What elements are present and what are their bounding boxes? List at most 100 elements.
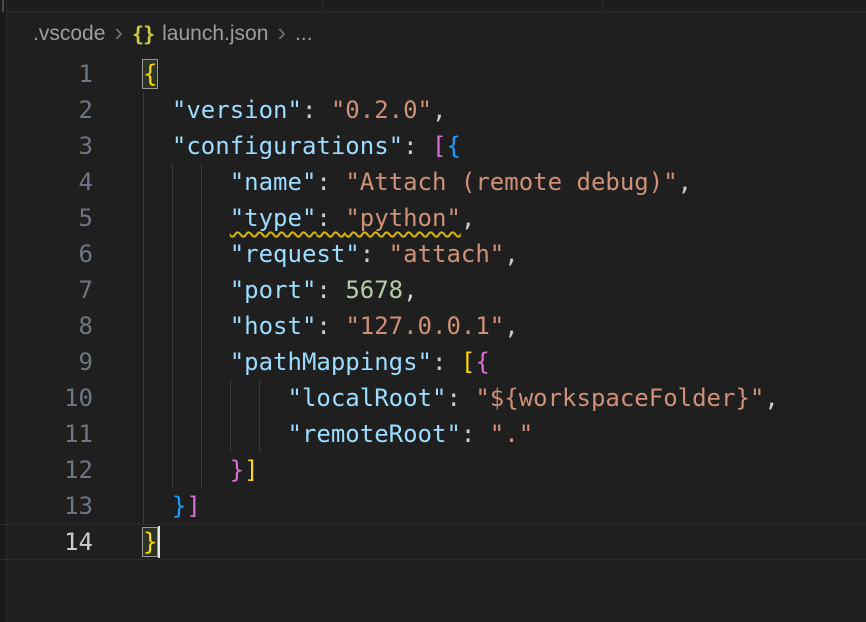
json-file-icon: {} [132,22,154,46]
code-token [143,384,288,412]
code-token: , [504,312,518,340]
code-text: "pathMappings": [{ [143,344,490,380]
chevron-right-icon: › [277,19,286,45]
code-token [143,348,230,376]
code-token: , [461,204,475,232]
code-token: , [764,384,778,412]
line-number[interactable]: 3 [0,128,93,164]
code-token: "remoteRoot" [288,420,461,448]
code-text: "host": "127.0.0.1", [143,308,519,344]
code-token: "version" [172,96,302,124]
breadcrumb: .vscode › {} launch.json › ... [7,12,866,56]
code-token: : [432,348,461,376]
code-token [143,168,230,196]
code-token: "name" [230,168,317,196]
line-number[interactable]: 6 [0,236,93,272]
code-token [143,96,172,124]
code-token: "port" [230,276,317,304]
bracket-match: } [143,528,157,556]
line-number[interactable]: 8 [0,308,93,344]
code-token: : [316,276,345,304]
code-line[interactable]: 6 "request": "attach", [0,236,866,272]
code-token: : [360,240,389,268]
code-line[interactable]: 9 "pathMappings": [{ [0,344,866,380]
code-token: : [316,312,345,340]
line-number[interactable]: 2 [0,92,93,128]
line-number[interactable]: 5 [0,200,93,236]
code-text: "name": "Attach (remote debug)", [143,164,692,200]
code-line[interactable]: 10 "localRoot": "${workspaceFolder}", [0,380,866,416]
code-token: "localRoot" [288,384,447,412]
code-token: "request" [230,240,360,268]
line-number[interactable]: 14 [0,524,93,560]
code-text: "configurations": [{ [143,128,461,164]
code-token [143,276,230,304]
code-text: } [143,524,157,560]
code-token: "host" [230,312,317,340]
code-token: "Attach (remote debug)" [345,168,677,196]
code-text: "request": "attach", [143,236,519,272]
code-lines: 1{2 "version": "0.2.0",3 "configurations… [0,56,866,560]
code-token [143,492,172,520]
code-token: : [461,420,490,448]
code-text: "version": "0.2.0", [143,92,446,128]
code-token: { [446,132,460,160]
code-token: "127.0.0.1" [345,312,504,340]
code-token: "." [490,420,533,448]
code-token: : [302,96,331,124]
code-token: , [678,168,692,196]
line-number[interactable]: 10 [0,380,93,416]
code-token: : [446,384,475,412]
code-token: } [230,456,244,484]
code-line[interactable]: 8 "host": "127.0.0.1", [0,308,866,344]
code-token: "pathMappings" [230,348,432,376]
code-token: "attach" [389,240,505,268]
code-line[interactable]: 2 "version": "0.2.0", [0,92,866,128]
bracket-match: { [143,60,157,88]
line-number[interactable]: 13 [0,488,93,524]
breadcrumb-symbol[interactable]: ... [295,22,313,46]
code-line[interactable]: 4 "name": "Attach (remote debug)", [0,164,866,200]
code-text: "remoteRoot": "." [143,416,533,452]
code-line[interactable]: 13 }] [0,488,866,524]
code-text: "type": "python", [143,200,475,236]
code-text: { [143,56,157,92]
code-line[interactable]: 5 "type": "python", [0,200,866,236]
code-token [143,456,230,484]
code-token: : [316,168,345,196]
code-line[interactable]: 12 }] [0,452,866,488]
breadcrumb-folder[interactable]: .vscode [33,22,105,46]
code-token: [ [461,348,475,376]
code-token: "0.2.0" [331,96,432,124]
code-text: "localRoot": "${workspaceFolder}", [143,380,779,416]
code-line[interactable]: 14} [0,524,866,560]
tab-separator [322,0,323,11]
code-text: }] [143,488,201,524]
line-number[interactable]: 11 [0,416,93,452]
code-token: "type" [230,204,317,232]
line-number[interactable]: 4 [0,164,93,200]
breadcrumb-file[interactable]: launch.json [162,22,268,46]
line-number[interactable]: 1 [0,56,93,92]
code-line[interactable]: 1{ [0,56,866,92]
code-token: : [403,132,432,160]
code-token [143,240,230,268]
code-line[interactable]: 11 "remoteRoot": "." [0,416,866,452]
text-cursor [158,526,160,558]
tab-separator [602,0,603,11]
code-editor[interactable]: 1{2 "version": "0.2.0",3 "configurations… [0,56,866,622]
code-token: [ [432,132,446,160]
code-token: , [504,240,518,268]
code-token: ] [186,492,200,520]
code-token: ] [244,456,258,484]
code-line[interactable]: 7 "port": 5678, [0,272,866,308]
code-token [143,132,172,160]
chevron-right-icon: › [114,19,123,45]
code-token: , [432,96,446,124]
line-number[interactable]: 9 [0,344,93,380]
code-line[interactable]: 3 "configurations": [{ [0,128,866,164]
line-number[interactable]: 12 [0,452,93,488]
code-token: , [403,276,417,304]
code-token: "configurations" [172,132,403,160]
line-number[interactable]: 7 [0,272,93,308]
